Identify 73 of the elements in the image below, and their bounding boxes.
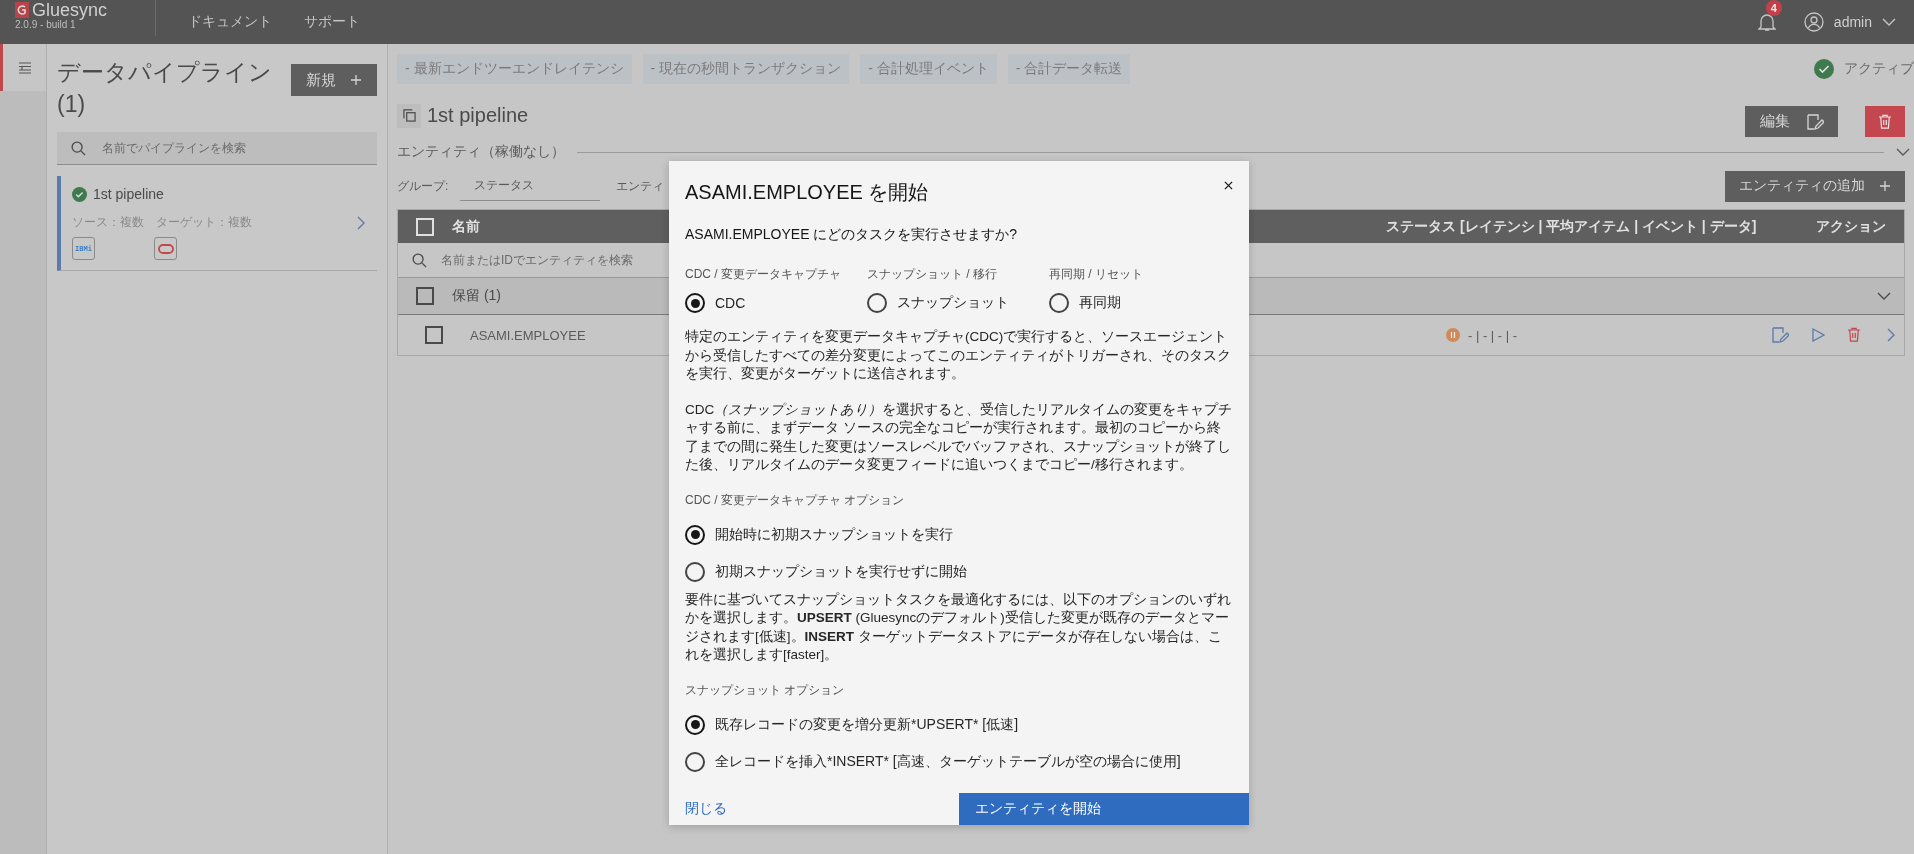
description-text: CDC（スナップショットあり）を選択すると、受信したリアルタイムの変更をキャプチャする前に、まずデータ ソースの完全なコピーが実行されます。最初のコピーから終了までの間に発生した変更はソースレベルでバッファされ、スナップショットが終了した後、リアルタイムのデータ変更フィードに追いつくまでコピー/移行されます。 bbox=[685, 400, 1233, 474]
add-entity-button[interactable]: エンティティの追加 bbox=[1725, 170, 1905, 202]
nav-link[interactable]: サポート bbox=[304, 13, 360, 31]
target-logo-icon bbox=[157, 243, 174, 254]
search-icon bbox=[71, 140, 86, 156]
paused-icon bbox=[1446, 328, 1460, 342]
plus-icon bbox=[350, 74, 362, 86]
notification-badge: 4 bbox=[1765, 0, 1782, 16]
close-icon bbox=[1224, 181, 1233, 190]
entity-name: ASAMI.EMPLOYEE bbox=[470, 327, 586, 343]
radio-option[interactable]: 初期スナップショットを実行せずに開始 bbox=[685, 561, 1233, 582]
check-circle-icon bbox=[72, 186, 87, 202]
checkbox[interactable] bbox=[425, 326, 443, 344]
radio-option[interactable]: 既存レコードの変更を増分更新*UPSERT* [低速] bbox=[685, 714, 1233, 735]
search-box[interactable]: 名前でパイプラインを検索 bbox=[57, 132, 377, 165]
delete-button[interactable] bbox=[1865, 106, 1905, 137]
column-header: ステータス [レイテンシ | 平均アイテム | イベント | データ] bbox=[1386, 217, 1757, 234]
play-icon[interactable] bbox=[1811, 328, 1825, 342]
pipeline-name: 1st pipeline bbox=[93, 186, 164, 202]
search-input[interactable]: 名前でパイプラインを検索 bbox=[100, 133, 377, 163]
section-label: CDC / 変更データキャプチャ オプション bbox=[685, 491, 906, 509]
option-caption: CDC / 変更データキャプチャ bbox=[685, 266, 842, 283]
entities-heading: エンティティ（稼働なし） bbox=[397, 143, 565, 161]
radio-option[interactable]: 開始時に初期スナップショットを実行 bbox=[685, 524, 1233, 545]
checkbox[interactable] bbox=[416, 287, 434, 305]
start-entity-button[interactable]: エンティティを開始 bbox=[959, 793, 1249, 825]
column-header: アクション bbox=[1816, 217, 1886, 234]
pipeline-title: 1st pipeline bbox=[427, 104, 529, 127]
group-select[interactable]: ステータス bbox=[460, 171, 601, 201]
option-caption: 再同期 / リセット bbox=[1049, 266, 1144, 283]
chevron-right-icon[interactable] bbox=[1887, 328, 1895, 342]
sidebar-title: データパイプライン (1) bbox=[57, 58, 273, 119]
close-link[interactable]: 閉じる bbox=[685, 800, 727, 818]
close-button[interactable] bbox=[1224, 181, 1233, 190]
chevron-down-icon[interactable] bbox=[1896, 148, 1910, 156]
check-circle-icon bbox=[1814, 59, 1834, 79]
plus-icon bbox=[1879, 180, 1891, 192]
dialog-title: ASAMI.EMPLOYEE を開始 bbox=[685, 180, 929, 205]
app-logo: Gluesync bbox=[32, 0, 108, 19]
group-label: グループ: bbox=[397, 177, 449, 195]
nav-link[interactable]: ドキュメント bbox=[188, 13, 272, 31]
group-label: 保留 (1) bbox=[452, 287, 501, 303]
source-label: ソース：複数 bbox=[72, 214, 144, 231]
version-label: 2.0.9 - build 1 bbox=[15, 18, 76, 30]
radio-option[interactable]: スナップショット bbox=[867, 293, 1049, 313]
status-values: - | - | - | - bbox=[1468, 327, 1518, 343]
chevron-right-icon[interactable] bbox=[357, 215, 365, 230]
dialog-question: ASAMI.EMPLOYEE にどのタスクを実行させますか? bbox=[685, 226, 1019, 244]
option-caption: スナップショット / 移行 bbox=[867, 266, 998, 283]
metric-chip[interactable]: - 最新エンドツーエンドレイテンシ bbox=[397, 54, 632, 84]
edit-button[interactable]: 編集 bbox=[1745, 106, 1838, 137]
description-text: 特定のエンティティを変更データキャプチャ(CDC)で実行すると、ソースエージェントから受信したすべての差分変更によってこのエンティティがトリガーされ、そのタスクを実行、変更がターゲットに送信されます。 bbox=[685, 328, 1232, 383]
radio-option[interactable]: 全レコードを挿入*INSERT* [高速、ターゲットテーブルが空の場合に使用] bbox=[685, 751, 1233, 772]
snapshot-note: 要件に基づいてスナップショットタスクを最適化するには、以下のオプションのいずれかを選択します。UPSERT (Gluesyncのデフォルト)受信した変更が既存のデータとマージされます[低速]。INSERT ターゲットデータストアにデータが存在しない場合は、これを選択します[faster]。 bbox=[685, 590, 1232, 664]
user-avatar-icon[interactable] bbox=[1803, 12, 1824, 32]
status-label: アクティブ bbox=[1844, 60, 1914, 78]
filter-label: エンティ bbox=[616, 177, 665, 195]
copy-icon bbox=[402, 109, 416, 122]
menu-icon[interactable] bbox=[17, 61, 32, 74]
radio-option[interactable]: 再同期 bbox=[1049, 293, 1231, 313]
column-header: 名前 bbox=[452, 217, 480, 234]
logo-icon bbox=[15, 1, 29, 18]
user-menu[interactable]: admin bbox=[1833, 14, 1872, 30]
new-button[interactable]: 新規 bbox=[291, 64, 377, 96]
trash-icon[interactable] bbox=[1847, 327, 1861, 343]
edit-icon[interactable] bbox=[1805, 112, 1824, 131]
chevron-down-icon[interactable] bbox=[1877, 292, 1891, 300]
search-icon bbox=[412, 252, 427, 268]
edit-icon[interactable] bbox=[1771, 326, 1789, 344]
radio-option[interactable]: CDC bbox=[685, 293, 867, 313]
bell-icon[interactable] bbox=[1757, 12, 1776, 32]
section-label: スナップショット オプション bbox=[685, 681, 846, 699]
copy-button[interactable] bbox=[397, 103, 421, 128]
